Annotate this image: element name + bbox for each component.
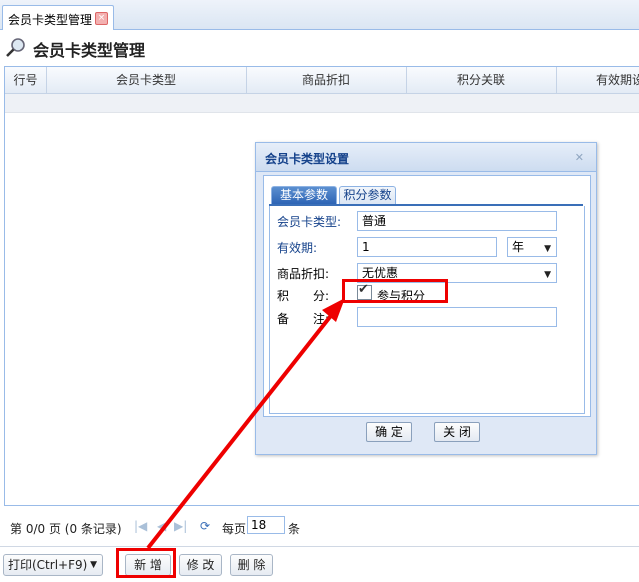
tab-strip: 会员卡类型管理 × (0, 0, 639, 30)
discount-value: 无优惠 (362, 266, 399, 280)
column-header-validity[interactable]: 有效期设 (556, 67, 639, 93)
validity-input[interactable]: 1 (357, 237, 497, 257)
pager: 第 0/0 页 (0 条记录) |◀ ◀ ▶| ⟳ 每页 18 条 (4, 512, 639, 542)
form-panel: 会员卡类型: 普通 有效期: 1 年 ▼ 商品折扣: 无优惠 ▼ 积 分: ✔ … (269, 206, 585, 414)
tab-member-card-type[interactable]: 会员卡类型管理 × (2, 5, 114, 30)
ok-button[interactable]: 确 定 (366, 422, 412, 442)
grid-header: 行号 会员卡类型 商品折扣 积分关联 有效期设 (5, 67, 639, 94)
page-title: 会员卡类型管理 (33, 41, 146, 60)
column-header-row-no[interactable]: 行号 (5, 67, 47, 93)
refresh-icon[interactable]: ⟳ (200, 519, 210, 533)
print-label: 打印(Ctrl+F9) (8, 558, 88, 572)
card-type-label: 会员卡类型: (277, 215, 342, 229)
validity-unit-value: 年 (512, 240, 525, 254)
column-header-discount[interactable]: 商品折扣 (246, 67, 407, 93)
dropdown-arrow-icon: ▼ (90, 560, 97, 570)
table-row[interactable] (5, 94, 639, 113)
magnifier-icon (6, 38, 25, 57)
first-page-icon[interactable]: |◀ (134, 519, 147, 533)
chevron-down-icon: ▼ (544, 244, 551, 254)
close-icon[interactable]: ✕ (575, 151, 584, 164)
per-page-label: 每页 (222, 522, 247, 536)
page-header: 会员卡类型管理 (0, 31, 639, 63)
column-header-card-type[interactable]: 会员卡类型 (46, 67, 247, 93)
tab-label: 会员卡类型管理 (8, 13, 93, 27)
chevron-down-icon: ▼ (544, 270, 551, 280)
tab-basic-params[interactable]: 基本参数 (271, 186, 337, 204)
dialog-title-bar[interactable]: 会员卡类型设置 ✕ (256, 143, 596, 172)
annotation-highlight-add (116, 548, 176, 578)
close-button[interactable]: 关 闭 (434, 422, 480, 442)
points-label: 积 分: (277, 289, 330, 303)
close-tab-icon[interactable]: × (95, 12, 108, 25)
tab-points-params[interactable]: 积分参数 (339, 186, 396, 204)
prev-page-icon[interactable]: ◀ (157, 519, 166, 533)
remark-input[interactable] (357, 307, 557, 327)
unit-label: 条 (288, 522, 301, 536)
print-button[interactable]: 打印(Ctrl+F9) ▼ (3, 554, 103, 576)
next-page-icon[interactable]: ▶| (174, 519, 187, 533)
edit-button[interactable]: 修 改 (179, 554, 222, 576)
discount-label: 商品折扣: (277, 267, 330, 281)
bottom-toolbar: 打印(Ctrl+F9) ▼ 新 增 修 改 删 除 (0, 546, 639, 582)
dialog-title: 会员卡类型设置 (265, 152, 350, 166)
column-header-points[interactable]: 积分关联 (406, 67, 557, 93)
page-info: 第 0/0 页 (0 条记录) (10, 522, 122, 536)
validity-label: 有效期: (277, 241, 318, 255)
annotation-highlight-points (342, 279, 448, 303)
per-page-input[interactable]: 18 (247, 516, 285, 534)
delete-button[interactable]: 删 除 (230, 554, 273, 576)
validity-unit-select[interactable]: 年 ▼ (507, 237, 557, 257)
remark-label: 备 注: (277, 312, 330, 326)
card-type-input[interactable]: 普通 (357, 211, 557, 231)
